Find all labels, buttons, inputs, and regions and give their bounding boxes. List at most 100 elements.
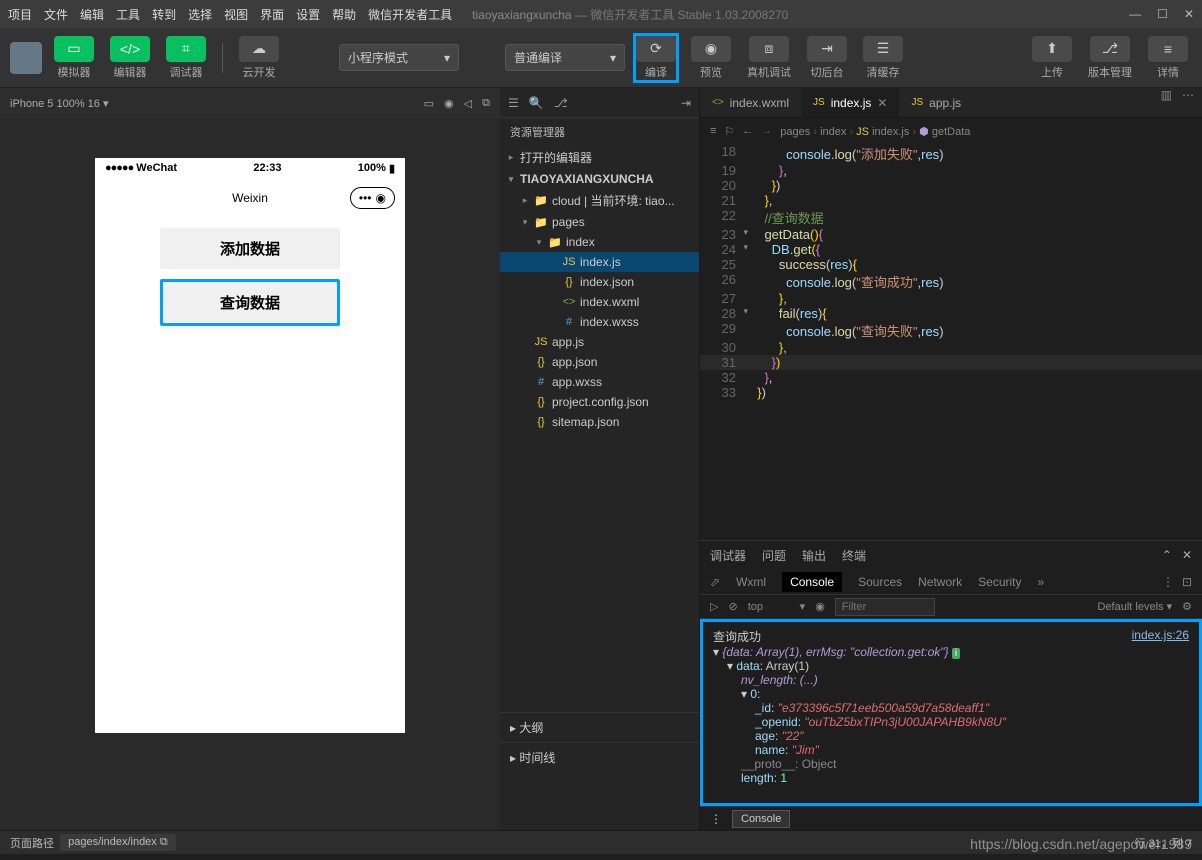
tab-debugger[interactable]: 调试器 xyxy=(710,547,746,564)
menu-item[interactable]: 文件 xyxy=(44,6,68,23)
mode-dropdown[interactable]: 小程序模式▾ xyxy=(339,44,459,71)
details-button[interactable]: ≡详情 xyxy=(1144,32,1192,84)
search-icon[interactable]: 🔍 xyxy=(529,96,544,110)
opened-editors-section[interactable]: ▸打开的编辑器 xyxy=(500,146,699,169)
outline-section[interactable]: ▸ 大纲 xyxy=(500,712,699,742)
tree-item[interactable]: {}project.config.json xyxy=(500,392,699,412)
tab-network[interactable]: Network xyxy=(918,575,962,589)
tree-item[interactable]: JSindex.js xyxy=(500,252,699,272)
tree-item[interactable]: {}app.json xyxy=(500,352,699,372)
menu-item[interactable]: 设置 xyxy=(296,6,320,23)
menu-item[interactable]: 编辑 xyxy=(80,6,104,23)
close-icon[interactable]: ✕ xyxy=(1182,548,1192,562)
tree-item[interactable]: JSapp.js xyxy=(500,332,699,352)
gear-icon[interactable]: ⚙ xyxy=(1182,600,1192,613)
editor-tab[interactable]: <>index.wxml xyxy=(700,88,801,117)
breadcrumb-item[interactable]: pages xyxy=(780,126,810,138)
preview-button[interactable]: ◉预览 xyxy=(687,32,735,84)
tab-wxml[interactable]: Wxml xyxy=(736,575,766,589)
maximize-icon[interactable]: ☐ xyxy=(1157,7,1168,21)
breadcrumb-item[interactable]: JS index.js xyxy=(856,126,909,138)
minimize-icon[interactable]: — xyxy=(1129,7,1141,21)
menu-item[interactable]: 微信开发者工具 xyxy=(368,6,452,23)
project-root[interactable]: ▾TIAOYAXIANGXUNCHA xyxy=(500,169,699,189)
branch-icon[interactable]: ⎇ xyxy=(554,96,568,110)
device-selector[interactable]: iPhone 5 100% 16 ▾ xyxy=(10,97,108,110)
dock-icon[interactable]: ⊡ xyxy=(1182,575,1192,589)
close-icon[interactable]: ✕ xyxy=(877,96,887,110)
record-icon[interactable]: ◉ xyxy=(444,97,454,110)
page-path[interactable]: pages/index/index ⧉ xyxy=(60,834,176,851)
mute-icon[interactable]: ◁ xyxy=(464,97,472,110)
more-tabs-icon[interactable]: » xyxy=(1038,575,1045,589)
clear-icon[interactable]: ⊘ xyxy=(728,600,737,613)
source-link[interactable]: index.js:26 xyxy=(1132,628,1189,642)
tree-item[interactable]: ▾📁index xyxy=(500,232,699,252)
tree-item[interactable]: #app.wxss xyxy=(500,372,699,392)
collapse-icon[interactable]: ⇥ xyxy=(681,96,691,110)
tree-item[interactable]: ▸📁cloud | 当前环境: tiao... xyxy=(500,189,699,212)
console-output[interactable]: index.js:26 查询成功 ▾ {data: Array(1), errM… xyxy=(700,619,1202,806)
editor-tab[interactable]: JSindex.js✕ xyxy=(801,88,899,117)
breadcrumb-item[interactable]: index xyxy=(820,126,846,138)
version-button[interactable]: ⎇版本管理 xyxy=(1084,32,1136,84)
menu-item[interactable]: 项目 xyxy=(8,6,32,23)
tab-sources[interactable]: Sources xyxy=(858,575,902,589)
tree-item[interactable]: {}index.json xyxy=(500,272,699,292)
list-icon[interactable]: ≡ xyxy=(710,125,716,137)
clearcache-button[interactable]: ☰清缓存 xyxy=(859,32,907,84)
sidebar-icon[interactable]: ☰ xyxy=(508,96,519,110)
timeline-section[interactable]: ▸ 时间线 xyxy=(500,742,699,772)
compile-dropdown[interactable]: 普通编译▾ xyxy=(505,44,625,71)
menu-item[interactable]: 界面 xyxy=(260,6,284,23)
menu-item[interactable]: 选择 xyxy=(188,6,212,23)
filter-input[interactable] xyxy=(835,598,935,616)
tab-security[interactable]: Security xyxy=(978,575,1021,589)
simulator-button[interactable]: ▭模拟器 xyxy=(50,32,98,84)
tab-output[interactable]: 输出 xyxy=(802,547,826,564)
back-icon[interactable]: ← xyxy=(742,125,753,137)
drawer-icon[interactable]: ⋮ xyxy=(710,812,722,826)
menu-item[interactable]: 转到 xyxy=(152,6,176,23)
more-icon[interactable]: ⋯ xyxy=(1182,88,1194,117)
console-drawer-tab[interactable]: Console xyxy=(732,810,790,828)
tab-problems[interactable]: 问题 xyxy=(762,547,786,564)
avatar[interactable] xyxy=(10,42,42,74)
chevron-up-icon[interactable]: ⌃ xyxy=(1162,548,1172,562)
debugger-button[interactable]: ⌗调试器 xyxy=(162,32,210,84)
tab-console[interactable]: Console xyxy=(782,572,842,592)
close-icon[interactable]: ✕ xyxy=(1184,7,1194,21)
editor-tab[interactable]: JSapp.js xyxy=(899,88,973,117)
device-icon[interactable]: ▭ xyxy=(424,97,434,110)
split-icon[interactable]: ▥ xyxy=(1161,88,1172,117)
compile-button[interactable]: ⟳编译 xyxy=(633,33,679,83)
menu-item[interactable]: 帮助 xyxy=(332,6,356,23)
forward-icon[interactable]: → xyxy=(761,125,772,137)
inspect-icon[interactable]: ⬀ xyxy=(710,575,720,589)
bookmark-icon[interactable]: ⚐ xyxy=(724,125,734,138)
remote-debug-button[interactable]: ⧈真机调试 xyxy=(743,32,795,84)
menu-item[interactable]: 视图 xyxy=(224,6,248,23)
cloud-button[interactable]: ☁云开发 xyxy=(235,32,283,84)
query-data-button[interactable]: 查询数据 xyxy=(160,279,340,326)
add-data-button[interactable]: 添加数据 xyxy=(160,228,340,269)
tree-item[interactable]: ▾📁pages xyxy=(500,212,699,232)
breadcrumb-item[interactable]: ⬢ getData xyxy=(919,126,970,138)
code-editor[interactable]: 18 console.log("添加失败",res)19 },20 })21 }… xyxy=(700,144,1202,540)
play-icon[interactable]: ▷ xyxy=(710,600,718,613)
tree-item[interactable]: <>index.wxml xyxy=(500,292,699,312)
menu-item[interactable]: 工具 xyxy=(116,6,140,23)
upload-button[interactable]: ⬆上传 xyxy=(1028,32,1076,84)
menu-icon[interactable]: ⋮ xyxy=(1162,575,1174,589)
tree-item[interactable]: {}sitemap.json xyxy=(500,412,699,432)
eye-icon[interactable]: ◉ xyxy=(815,600,825,613)
levels-dropdown[interactable]: Default levels ▾ xyxy=(1098,600,1173,613)
editor-button[interactable]: </>编辑器 xyxy=(106,32,154,84)
capsule-button[interactable]: ••• ◉ xyxy=(350,187,395,209)
context-selector[interactable]: top ▾ xyxy=(748,600,806,613)
titlebar-project: tiaoyaxiangxuncha — 微信开发者工具 Stable 1.03.… xyxy=(472,6,788,23)
backstage-button[interactable]: ⇥切后台 xyxy=(803,32,851,84)
rotate-icon[interactable]: ⧉ xyxy=(482,97,490,110)
tree-item[interactable]: #index.wxss xyxy=(500,312,699,332)
tab-terminal[interactable]: 终端 xyxy=(842,547,866,564)
